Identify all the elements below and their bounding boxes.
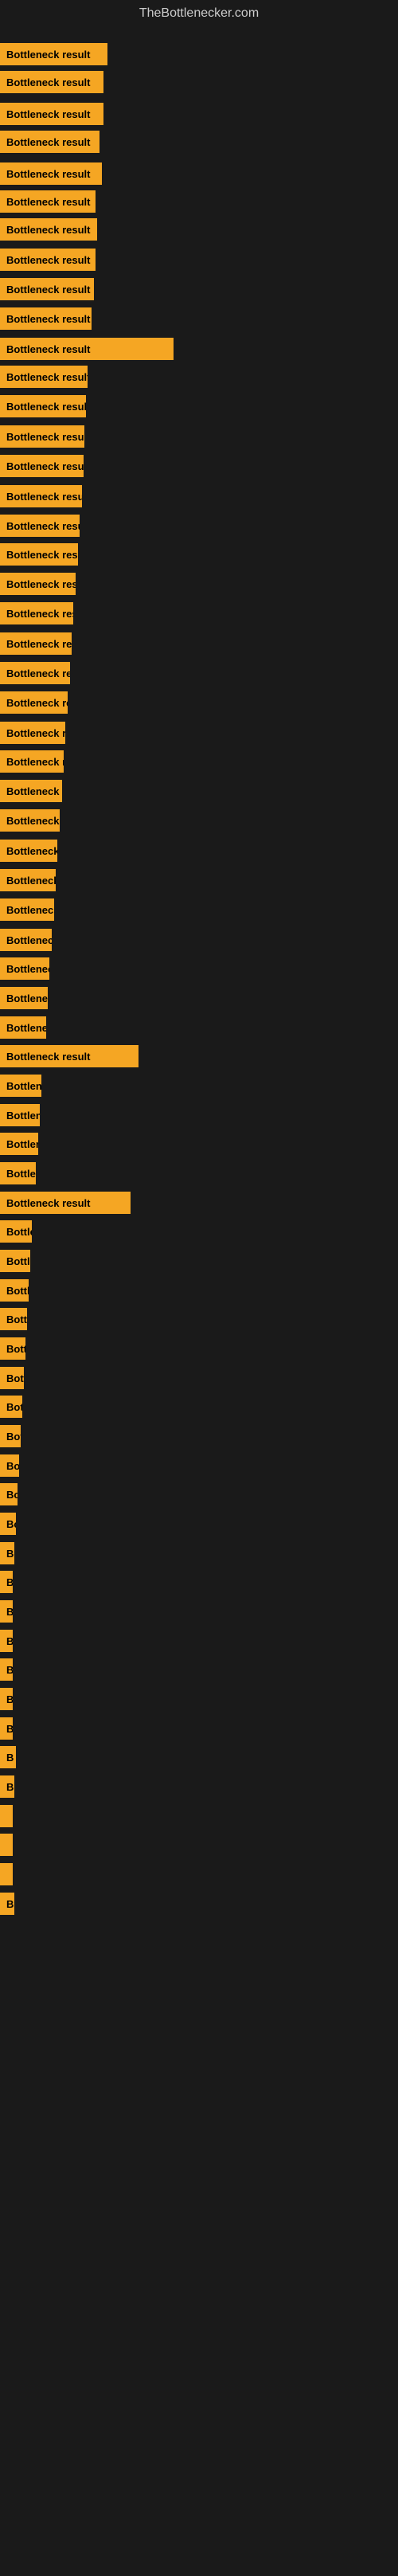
bottleneck-bar: B <box>0 1775 14 1798</box>
bottleneck-bar: Bottleneck result <box>0 131 100 153</box>
bottleneck-bar: Bottleneck result <box>0 1308 27 1330</box>
bottleneck-bar: Bottleneck result <box>0 190 96 213</box>
bottleneck-bar: Bottleneck result <box>0 722 65 744</box>
bottleneck-bar <box>0 1834 13 1856</box>
bottleneck-bar: Bottleneck result <box>0 809 60 832</box>
bottleneck-bar: Bottleneck result <box>0 1016 46 1039</box>
bottleneck-bar: Bottleneck result <box>0 455 84 477</box>
bottleneck-bar: Bottleneck result <box>0 750 64 773</box>
bottleneck-bar: Bottleneck result <box>0 162 102 185</box>
bottleneck-bar: Bottleneck result <box>0 869 56 891</box>
bottleneck-bar: Bottleneck result <box>0 1075 41 1097</box>
bottleneck-bar: Bottleneck result <box>0 929 52 951</box>
bottleneck-bar: Bottleneck result <box>0 840 57 862</box>
bottleneck-bar <box>0 1805 13 1827</box>
bottleneck-bar: Bottleneck result <box>0 395 86 417</box>
bottleneck-bar: Bottleneck result <box>0 1104 40 1126</box>
bottleneck-bar: Bottleneck result <box>0 1045 139 1067</box>
bottleneck-bar: Bottleneck result <box>0 632 72 655</box>
bottleneck-bar: Bottleneck result <box>0 425 84 448</box>
bottleneck-bar: Bottleneck result <box>0 987 48 1009</box>
bottleneck-bar: Bottleneck result <box>0 780 62 802</box>
bottleneck-bar: Bottleneck result <box>0 43 107 65</box>
bottleneck-bar: Bottleneck result <box>0 1483 18 1505</box>
bottleneck-bar: Bottleneck result <box>0 1337 25 1360</box>
bottleneck-bar: Bottleneck result <box>0 1425 21 1447</box>
bottleneck-bar: Bottleneck result <box>0 1571 13 1593</box>
bottleneck-bar: Bottleneck result <box>0 573 76 595</box>
bottleneck-bar: Bottleneck result <box>0 1717 13 1740</box>
bottleneck-bar: Bottleneck result <box>0 71 103 93</box>
bottleneck-bar: Bottleneck result <box>0 1688 13 1710</box>
bottleneck-bar: Bottleneck result <box>0 1192 131 1214</box>
bottleneck-bar: Bottleneck result <box>0 1630 13 1652</box>
bottleneck-bar: Bottleneck result <box>0 1367 24 1389</box>
bottleneck-bar: Bottleneck result <box>0 338 174 360</box>
bottleneck-bar: Bottleneck result <box>0 1454 19 1477</box>
bottleneck-bar: B <box>0 1893 14 1915</box>
bottleneck-bar: Bottleneck result <box>0 278 94 300</box>
bottleneck-bar <box>0 1863 13 1885</box>
bottleneck-bar: Bottleneck result <box>0 218 97 241</box>
bottleneck-bar: Bottleneck result <box>0 1279 29 1302</box>
bottleneck-bar: Bottleneck result <box>0 515 80 537</box>
bottleneck-bar: Bottleneck result <box>0 1396 22 1418</box>
bottleneck-bar: Bottleneck result <box>0 898 54 921</box>
bottleneck-bar: Bottleneck result <box>0 602 73 624</box>
bottleneck-bar: Bottleneck result <box>0 691 68 714</box>
bottleneck-bar: Bottleneck result <box>0 662 70 684</box>
bottleneck-bar: Bottleneck result <box>0 103 103 125</box>
bottleneck-bar: B <box>0 1746 16 1768</box>
site-title: TheBottlenecker.com <box>0 0 398 27</box>
bottleneck-bar: Bottleneck result <box>0 1658 13 1681</box>
bottleneck-bar: Bottleneck result <box>0 1250 30 1272</box>
bottleneck-bar: Bottleneck result <box>0 485 82 507</box>
bottleneck-bar: Bottleneck result <box>0 1162 36 1184</box>
bottleneck-bar: Bottleneck result <box>0 366 88 388</box>
bottleneck-bar: Bottleneck result <box>0 543 78 566</box>
bottleneck-bar: Bottleneck result <box>0 1513 16 1535</box>
bottleneck-bar: Bottleneck result <box>0 1133 38 1155</box>
bottleneck-bar: Bottleneck result <box>0 957 49 980</box>
bottleneck-bar: Bottleneck result <box>0 1220 32 1243</box>
bottleneck-bar: Bottleneck result <box>0 1600 13 1623</box>
bottleneck-bar: Bottleneck result <box>0 249 96 271</box>
bottleneck-bar: Bottleneck result <box>0 307 92 330</box>
bottleneck-bar: Bottleneck result <box>0 1542 14 1564</box>
